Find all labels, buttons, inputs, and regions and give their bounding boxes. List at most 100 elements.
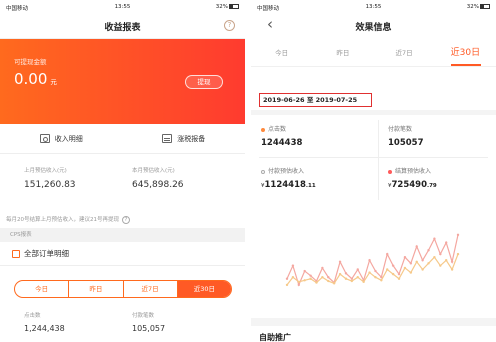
trend-chart-svg <box>285 233 460 287</box>
data-point <box>397 272 401 276</box>
clock: 13:55 <box>365 4 382 10</box>
tab-7days[interactable]: 近7日 <box>374 39 435 66</box>
nav-bar: ‹ 效果信息 <box>251 14 496 39</box>
period-tabs: 今日 昨日 近7日 近30日 <box>251 39 496 67</box>
period-30days[interactable]: 近30日 <box>177 281 231 297</box>
income-detail-link[interactable]: 收入明细 <box>0 124 123 153</box>
clicks-label: 点击数 <box>261 124 302 133</box>
battery-percent: 32% <box>466 4 479 10</box>
data-point <box>327 276 330 279</box>
this-month-label: 本月预估收入(元) <box>132 168 175 174</box>
data-point <box>344 272 348 275</box>
metrics-divider <box>259 157 488 158</box>
quick-links: 收入明细 涨税报备 <box>0 124 245 154</box>
data-point <box>433 255 436 259</box>
clicks-label: 点击数 <box>24 313 41 319</box>
withdrawable-amount: 0.00 元 <box>14 70 57 88</box>
period-7days[interactable]: 近7日 <box>124 281 178 297</box>
data-point <box>409 271 413 274</box>
data-point <box>332 282 336 285</box>
data-point <box>315 281 318 284</box>
data-point <box>427 249 430 252</box>
data-point <box>285 283 289 287</box>
data-point <box>291 264 295 267</box>
data-point <box>297 280 300 284</box>
data-point <box>368 271 371 274</box>
clock: 13:55 <box>114 4 131 10</box>
data-point <box>397 277 401 280</box>
balance-banner: 可提现金额 0.00 元 提现 <box>0 39 245 124</box>
data-point <box>439 264 442 267</box>
settle-dot-icon <box>388 169 392 174</box>
paid-count-metric: 付款笔数 105057 <box>388 124 424 148</box>
nav-bar: 收益报表 ? <box>0 14 245 39</box>
data-point <box>356 276 359 279</box>
data-point <box>374 269 377 273</box>
page-title: 效果信息 <box>355 23 392 33</box>
period-yesterday[interactable]: 昨日 <box>69 281 124 297</box>
battery-indicator: 32% <box>216 4 239 10</box>
withdrawable-label: 可提现金额 <box>14 58 47 66</box>
all-orders-link[interactable]: 全部订单明细 <box>0 242 245 266</box>
tax-report-link[interactable]: 涨税报备 <box>123 124 246 153</box>
help-icon[interactable]: ? <box>224 20 235 31</box>
clicks-value: 1244438 <box>261 138 303 148</box>
right-screen: 中国移动 13:55 32% ‹ 效果信息 今日 昨日 近7日 近30日 201… <box>251 0 496 342</box>
data-point <box>433 237 436 240</box>
data-point <box>409 262 413 265</box>
data-point <box>391 264 395 267</box>
tab-30days[interactable]: 近30日 <box>435 39 496 66</box>
tax-report-label: 涨税报备 <box>177 134 206 143</box>
self-promotion-title: 自助推广 <box>259 333 291 342</box>
data-point <box>456 252 460 256</box>
paid-label: 付款笔数 <box>132 313 155 319</box>
paid-count-value: 105057 <box>388 138 424 148</box>
cps-section-header: CPS报表 <box>0 228 245 242</box>
last-month-estimate: 上月预估收入(元) 151,260.83 <box>24 166 76 190</box>
data-point <box>327 279 330 283</box>
data-point <box>350 279 354 283</box>
data-point <box>291 276 295 279</box>
data-point <box>386 252 389 256</box>
period-selector: 今日 昨日 近7日 近30日 <box>14 280 232 298</box>
paid-stat: 付款笔数 105,057 <box>132 311 165 333</box>
clicks-dot-icon <box>261 127 265 132</box>
status-bar: 中国移动 13:55 32% <box>251 0 496 14</box>
data-point <box>374 276 377 279</box>
data-point <box>445 259 448 262</box>
period-today[interactable]: 今日 <box>15 281 70 297</box>
battery-indicator: 32% <box>467 4 490 10</box>
data-point <box>403 266 407 270</box>
data-point <box>386 268 389 271</box>
active-tab-indicator <box>451 64 481 66</box>
paid-count-label: 付款笔数 <box>388 126 413 133</box>
data-point <box>309 277 312 280</box>
data-point <box>415 260 418 263</box>
tab-today[interactable]: 今日 <box>251 39 312 66</box>
data-point <box>445 241 448 244</box>
trend-chart <box>251 225 496 325</box>
data-point <box>380 279 383 282</box>
withdraw-button[interactable]: 提现 <box>185 75 223 89</box>
page-title: 收益报表 <box>104 23 141 33</box>
data-point <box>368 259 371 262</box>
status-bar: 中国移动 13:55 32% <box>0 0 245 14</box>
last-month-label: 上月预估收入(元) <box>24 168 67 174</box>
data-point <box>338 272 342 276</box>
date-range: 2019-06-26 至 2019-07-25 <box>259 93 372 107</box>
tab-yesterday[interactable]: 昨日 <box>312 39 373 66</box>
info-icon[interactable]: ? <box>122 215 130 224</box>
wallet-icon <box>39 134 50 143</box>
settle-estimate-value: ¥725490.79 <box>388 180 437 190</box>
data-point <box>456 233 460 237</box>
data-point <box>356 268 359 271</box>
metrics-vdivider <box>378 120 379 200</box>
paid-estimate-label: 付款预估收入 <box>261 166 316 175</box>
data-point <box>391 272 395 276</box>
left-screen: 中国移动 13:55 32% 收益报表 ? 可提现金额 0.00 元 提现 收入明… <box>0 0 245 342</box>
data-point <box>350 277 354 280</box>
last-month-value: 151,260.83 <box>24 180 76 190</box>
all-orders-label: 全部订单明细 <box>24 249 69 258</box>
data-point <box>450 268 454 271</box>
data-point <box>421 259 424 262</box>
